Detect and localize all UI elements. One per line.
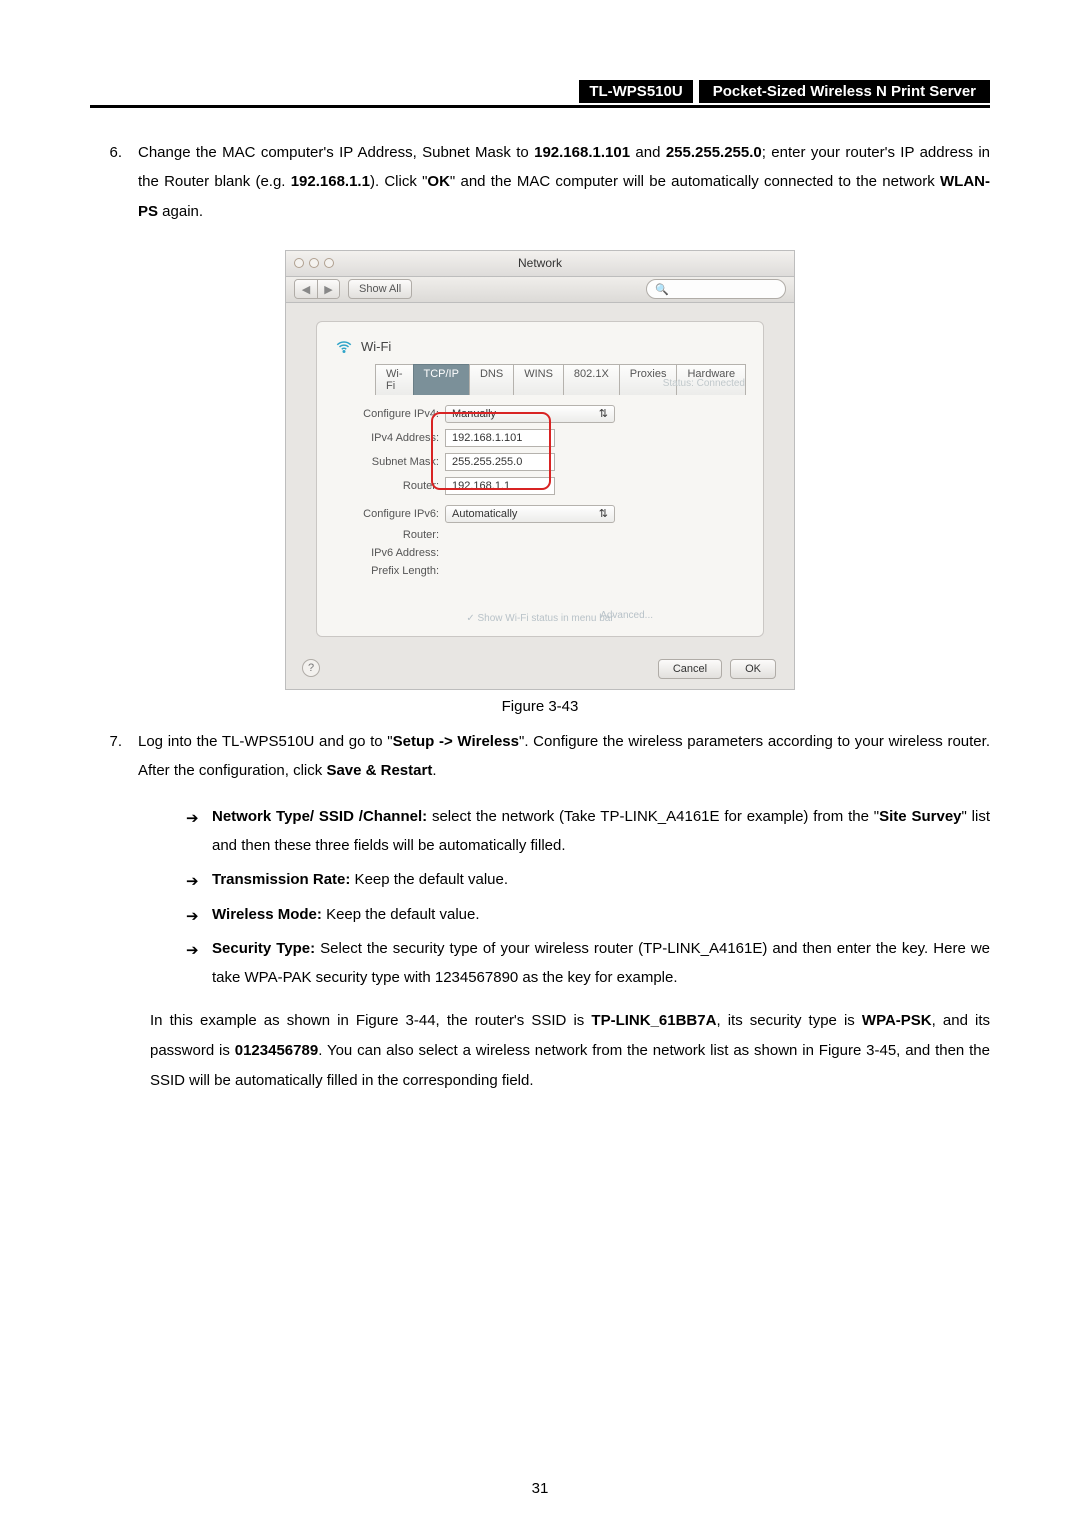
back-button[interactable]: ◀ <box>295 280 317 298</box>
step-number: 7. <box>90 727 138 786</box>
text-bold: Site Survey <box>879 808 961 825</box>
bullet-lead: Wireless Mode: <box>212 906 322 923</box>
titlebar[interactable]: Network <box>286 251 794 277</box>
input-ipv4-address[interactable]: 192.168.1.101 <box>445 429 555 447</box>
ghost-status: Status: Connected <box>663 378 745 389</box>
list-item: Transmission Rate: Keep the default valu… <box>186 866 990 895</box>
label-subnet-mask: Subnet Mask: <box>335 456 445 468</box>
step-7: 7. Log into the TL-WPS510U and go to "Se… <box>90 727 990 786</box>
search-icon: 🔍 <box>655 283 669 296</box>
bullet-lead: Network Type/ SSID /Channel: <box>212 808 427 825</box>
show-all-button[interactable]: Show All <box>348 279 412 299</box>
input-subnet-mask[interactable]: 255.255.255.0 <box>445 453 555 471</box>
tab-wifi[interactable]: Wi-Fi <box>375 364 414 395</box>
select-configure-ipv6[interactable]: Automatically⇅ <box>445 505 615 523</box>
text: . <box>432 762 436 779</box>
text-bold: TP-LINK_61BB7A <box>591 1012 716 1029</box>
bullet-lead: Security Type: <box>212 940 315 957</box>
text: Keep the default value. <box>350 871 508 888</box>
tab-8021x[interactable]: 802.1X <box>563 364 620 395</box>
ghost-menu-checkbox: ✓ Show Wi-Fi status in menu bar <box>466 613 613 624</box>
text: Change the MAC computer's IP Address, Su… <box>138 144 534 161</box>
chevron-updown-icon: ⇅ <box>599 507 608 520</box>
advanced-button-ghost: Advanced... <box>600 610 653 621</box>
input-router[interactable]: 192.168.1.1 <box>445 477 555 495</box>
label-configure-ipv6: Configure IPv6: <box>335 508 445 520</box>
text: again. <box>158 203 203 220</box>
text: , its security type is <box>716 1012 861 1029</box>
search-input[interactable]: 🔍 <box>646 279 786 299</box>
close-icon[interactable] <box>294 258 304 268</box>
tab-wins[interactable]: WINS <box>513 364 564 395</box>
text: Log into the TL-WPS510U and go to " <box>138 733 393 750</box>
help-button[interactable]: ? <box>302 659 320 677</box>
zoom-icon[interactable] <box>324 258 334 268</box>
wifi-icon <box>335 338 353 356</box>
text-bold: 255.255.255.0 <box>666 144 762 161</box>
header-model: TL-WPS510U <box>579 80 692 103</box>
chevron-updown-icon: ⇅ <box>599 407 608 420</box>
wifi-label: Wi-Fi <box>361 339 391 354</box>
bullet-list: Network Type/ SSID /Channel: select the … <box>90 803 990 992</box>
text: ). Click " <box>370 173 427 190</box>
tab-tcpip[interactable]: TCP/IP <box>413 364 470 395</box>
text: In this example as shown in Figure 3-44,… <box>150 1012 591 1029</box>
figure-caption: Figure 3-43 <box>502 698 579 715</box>
example-paragraph: In this example as shown in Figure 3-44,… <box>90 1006 990 1096</box>
mac-network-window: Network ◀ ▶ Show All 🔍 Wi-Fi <box>285 250 795 690</box>
cancel-button[interactable]: Cancel <box>658 659 722 679</box>
label-router: Router: <box>335 480 445 492</box>
list-item: Security Type: Select the security type … <box>186 935 990 992</box>
step-body: Change the MAC computer's IP Address, Su… <box>138 138 990 226</box>
window-title: Network <box>286 256 794 270</box>
step-body: Log into the TL-WPS510U and go to "Setup… <box>138 727 990 786</box>
label-ipv4-address: IPv4 Address: <box>335 432 445 444</box>
text-bold: 192.168.1.101 <box>534 144 630 161</box>
text-bold: 192.168.1.1 <box>291 173 370 190</box>
list-item: Wireless Mode: Keep the default value. <box>186 901 990 930</box>
text: and <box>630 144 666 161</box>
list-item: Network Type/ SSID /Channel: select the … <box>186 803 990 860</box>
panel-header: Wi-Fi <box>335 338 745 356</box>
select-configure-ipv4[interactable]: Manually⇅ <box>445 405 615 423</box>
page-number: 31 <box>0 1480 1080 1497</box>
text: Keep the default value. <box>322 906 480 923</box>
text-bold: Save & Restart <box>326 762 432 779</box>
bullet-lead: Transmission Rate: <box>212 871 350 888</box>
minimize-icon[interactable] <box>309 258 319 268</box>
label-router-ipv6: Router: <box>335 529 445 541</box>
label-configure-ipv4: Configure IPv4: <box>335 408 445 420</box>
text-bold: 0123456789 <box>235 1042 318 1059</box>
step-number: 6. <box>90 138 138 226</box>
text: select the network (Take TP-LINK_A4161E … <box>427 808 879 825</box>
label-ipv6-address: IPv6 Address: <box>335 547 445 559</box>
text-bold: WPA-PSK <box>862 1012 932 1029</box>
text: Select the security type of your wireles… <box>212 940 990 986</box>
label-prefix-length: Prefix Length: <box>335 565 445 577</box>
forward-button[interactable]: ▶ <box>317 280 339 298</box>
step-6: 6. Change the MAC computer's IP Address,… <box>90 138 990 226</box>
text-bold: OK <box>427 173 450 190</box>
tab-dns[interactable]: DNS <box>469 364 514 395</box>
header-title: Pocket-Sized Wireless N Print Server <box>699 80 990 103</box>
settings-panel: Wi-Fi Wi-Fi TCP/IP DNS WINS 802.1X Proxi… <box>316 321 764 637</box>
text: " and the MAC computer will be automatic… <box>450 173 940 190</box>
page-header: TL-WPS510U Pocket-Sized Wireless N Print… <box>90 80 990 108</box>
toolbar: ◀ ▶ Show All 🔍 <box>286 277 794 303</box>
ok-button[interactable]: OK <box>730 659 776 679</box>
text-bold: Setup -> Wireless <box>393 733 519 750</box>
